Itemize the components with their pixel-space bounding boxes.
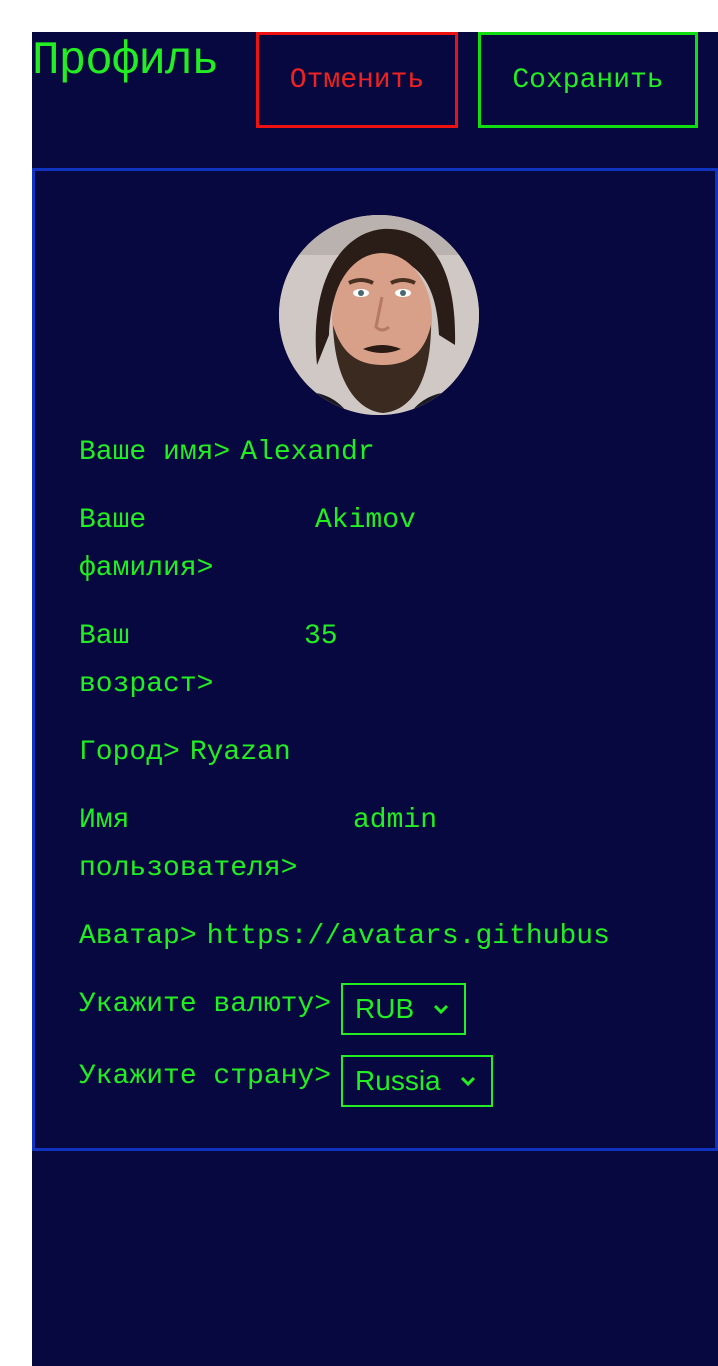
currency-select[interactable]: RUB — [341, 983, 467, 1035]
last-name-row: Ваше фамилия> — [79, 497, 615, 593]
profile-page: Профиль Отменить Сохранить Ваше имя> Ale… — [32, 32, 718, 1366]
currency-row: Укажите валюту> RUB — [79, 981, 467, 1035]
username-row: Имя пользователя> — [79, 797, 613, 893]
age-input[interactable] — [304, 613, 604, 661]
username-label: Имя пользователя> — [79, 805, 298, 884]
last-name-label: Ваше фамилия> — [79, 505, 214, 584]
avatar-url-label: Аватар> — [79, 921, 197, 952]
country-select[interactable]: Russia — [341, 1055, 493, 1107]
city-row: Город> — [79, 729, 490, 777]
first-name-input[interactable] — [240, 429, 541, 477]
age-row: Ваш возраст> — [79, 613, 604, 709]
country-label: Укажите страну> — [79, 1061, 332, 1092]
currency-value: RUB — [355, 993, 415, 1024]
last-name-input[interactable] — [315, 497, 615, 545]
save-button[interactable]: Сохранить — [478, 32, 698, 128]
currency-label: Укажите валюту> — [79, 989, 332, 1020]
first-name-row: Ваше имя> — [79, 429, 541, 477]
avatar — [279, 215, 479, 415]
page-title: Профиль — [32, 35, 219, 87]
avatar-url-row: Аватар> — [79, 913, 661, 961]
cancel-button[interactable]: Отменить — [256, 32, 458, 128]
chevron-down-icon — [460, 1076, 475, 1087]
username-input[interactable] — [353, 797, 613, 845]
first-name-label: Ваше имя> — [79, 437, 231, 468]
avatar-url-input[interactable] — [206, 913, 661, 961]
city-label: Город> — [79, 737, 180, 768]
profile-card: Ваше имя> Ваше фамилия> Ваш возраст> Гор… — [32, 168, 718, 1151]
age-label: Ваш возраст> — [79, 621, 214, 700]
city-input[interactable] — [189, 729, 490, 777]
chevron-down-icon — [434, 1004, 449, 1015]
country-row: Укажите страну> Russia — [79, 1053, 493, 1107]
avatar-image — [279, 215, 479, 415]
country-value: Russia — [355, 1065, 441, 1096]
